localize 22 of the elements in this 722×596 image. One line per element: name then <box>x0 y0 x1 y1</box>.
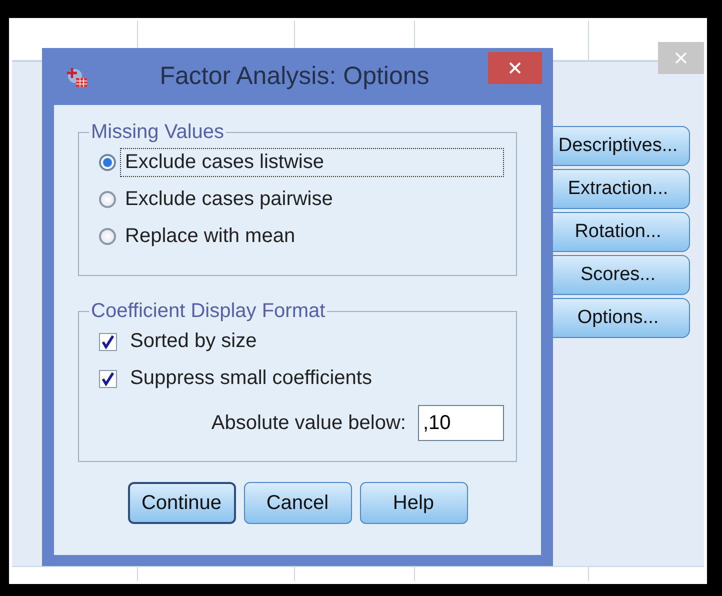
close-icon <box>509 62 521 74</box>
group-title: Coefficient Display Format <box>90 300 326 323</box>
option-label[interactable]: Exclude cases listwise <box>120 148 504 177</box>
window-title: Factor Analysis: Options <box>158 62 430 91</box>
option-label[interactable]: Exclude cases pairwise <box>120 185 338 214</box>
radio-button[interactable] <box>99 154 116 171</box>
checkbox[interactable] <box>99 332 117 350</box>
dialog-button[interactable]: Cancel <box>244 482 352 524</box>
field-label: Absolute value below: <box>211 412 406 434</box>
close-icon <box>675 52 687 64</box>
dialog-button[interactable]: Continue <box>128 482 236 524</box>
checkbox[interactable] <box>99 370 117 388</box>
option-label[interactable]: Replace with mean <box>120 222 300 251</box>
close-button[interactable] <box>488 52 542 84</box>
radio-button[interactable] <box>99 228 116 245</box>
option-label[interactable]: Sorted by size <box>125 327 262 356</box>
app-icon <box>66 66 88 88</box>
option-label[interactable]: Suppress small coefficients <box>125 364 377 393</box>
dialog-button[interactable]: Help <box>360 482 468 524</box>
radio-button[interactable] <box>99 191 116 208</box>
input-field[interactable]: ,10 <box>418 405 504 441</box>
group-title: Missing Values <box>90 121 226 144</box>
